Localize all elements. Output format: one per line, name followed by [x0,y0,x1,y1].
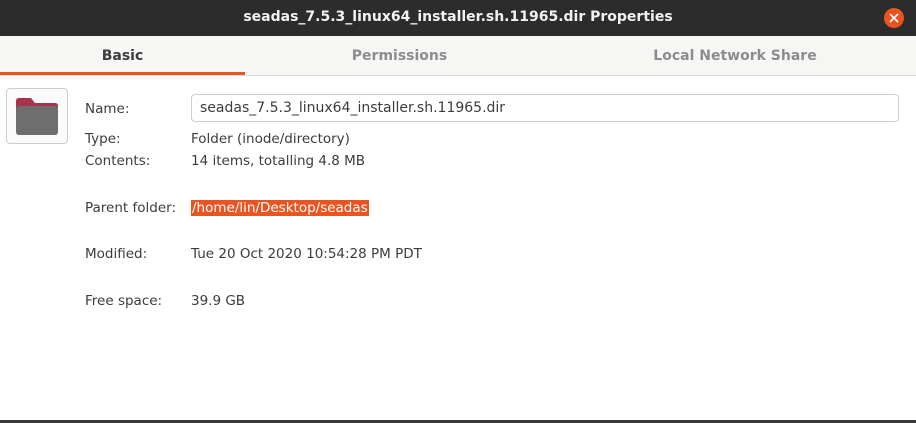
tab-basic[interactable]: Basic [0,36,245,75]
name-input[interactable] [191,94,899,122]
name-label: Name: [85,101,130,117]
folder-icon-button[interactable] [6,88,68,144]
free-space-label: Free space: [85,293,163,309]
parent-folder-value[interactable]: /home/lin/Desktop/seadas [191,200,369,216]
close-button[interactable] [884,8,904,28]
modified-value: Tue 20 Oct 2020 10:54:28 PM PDT [191,246,422,262]
tab-permissions[interactable]: Permissions [245,36,554,75]
free-space-value: 39.9 GB [191,293,246,309]
close-icon [889,13,899,23]
contents-label: Contents: [85,153,151,169]
tab-local-network-share[interactable]: Local Network Share [554,36,916,75]
parent-folder-path[interactable]: /home/lin/Desktop/seadas [191,200,369,216]
contents-value: 14 items, totalling 4.8 MB [191,153,366,169]
type-label: Type: [85,131,121,147]
tab-bar: Basic Permissions Local Network Share [0,36,916,76]
title-bar: seadas_7.5.3_linux64_installer.sh.11965.… [0,0,916,36]
type-value: Folder (inode/directory) [191,131,350,147]
window-title: seadas_7.5.3_linux64_installer.sh.11965.… [243,9,673,25]
parent-folder-label: Parent folder: [85,200,177,216]
folder-icon [16,98,58,135]
modified-label: Modified: [85,246,148,262]
